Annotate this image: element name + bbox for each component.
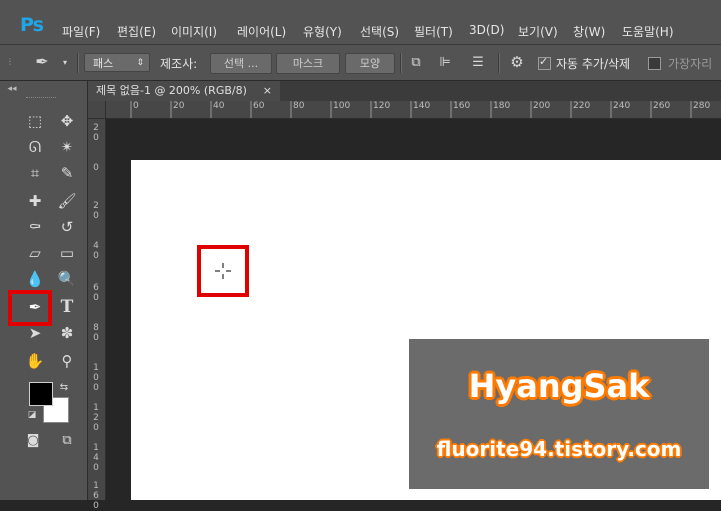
eraser-icon[interactable]: ▱: [22, 241, 48, 265]
ruler-label: 240: [613, 101, 631, 111]
menu-view[interactable]: 보기(V): [518, 23, 558, 40]
marquee-icon[interactable]: ⬚: [22, 109, 48, 133]
gradient-icon[interactable]: ▭: [54, 241, 80, 265]
make-selection-button[interactable]: 선택 ...: [210, 53, 272, 74]
menu-file[interactable]: 파일(F): [62, 23, 100, 40]
ruler-label: 200: [533, 101, 551, 111]
dodge-icon[interactable]: 🔍: [54, 267, 80, 291]
quick-mask-icon[interactable]: ◙: [20, 429, 46, 453]
ruler-label: 0: [133, 101, 139, 111]
menu-bar: Ps 파일(F) 편집(E) 이미지(I) 레이어(L) 유형(Y) 선택(S)…: [0, 0, 721, 45]
close-icon[interactable]: ×: [263, 81, 272, 101]
watermark-title: HyangSak: [468, 367, 650, 405]
make-label: 제조사:: [160, 57, 198, 71]
path-alignment-icon[interactable]: ⊫: [436, 55, 454, 71]
check-icon: ✓: [539, 55, 549, 68]
ruler-label: 160: [453, 101, 471, 111]
ruler-label: 220: [573, 101, 591, 111]
ruler-label: 260: [653, 101, 671, 111]
ruler-label: 20: [93, 201, 99, 221]
brush-icon[interactable]: 🖌: [54, 189, 80, 213]
ruler-label: 120: [373, 101, 391, 111]
make-mask-button[interactable]: 마스크: [276, 53, 340, 74]
ruler-label: 120: [93, 403, 99, 433]
ruler-label: 20: [93, 123, 99, 143]
ruler-label: 60: [253, 101, 265, 111]
make-shape-button[interactable]: 모양: [345, 53, 395, 74]
collapse-panel-icon[interactable]: ◂◂: [4, 81, 20, 97]
panel-grip[interactable]: [26, 97, 56, 101]
ruler-label: 80: [293, 101, 305, 111]
menu-image[interactable]: 이미지(I): [171, 23, 217, 40]
crosshair-cursor-icon: [215, 263, 231, 279]
ruler-label: 140: [413, 101, 431, 111]
grip-icon: ⋮: [6, 57, 14, 66]
eyedropper-icon[interactable]: ✎: [54, 161, 80, 185]
ruler-label: 80: [93, 323, 99, 343]
menu-type[interactable]: 유형(Y): [303, 23, 342, 40]
select-arrows-icon: ⇕: [136, 58, 144, 68]
type-icon[interactable]: T: [54, 295, 80, 319]
menu-help[interactable]: 도움말(H): [622, 23, 674, 40]
vertical-ruler: 20 0 20 40 60 80 100 120 140 160: [88, 101, 106, 511]
menu-edit[interactable]: 편집(E): [117, 23, 156, 40]
document-tab[interactable]: 제목 없음-1 @ 200% (RGB/8) ×: [88, 81, 280, 101]
move-icon[interactable]: ✥: [54, 109, 80, 133]
horizontal-ruler: 0 20 40 60 80 100 120 140 160 180 200 22…: [105, 101, 721, 119]
history-brush-icon[interactable]: ↺: [54, 215, 80, 239]
clone-stamp-icon[interactable]: ⚰: [22, 215, 48, 239]
lasso-icon[interactable]: ᘏ: [22, 135, 48, 159]
ruler-label: 140: [93, 443, 99, 473]
ruler-label: 180: [493, 101, 511, 111]
mode-select[interactable]: 패스 ⇕: [84, 53, 150, 72]
foreground-color-swatch[interactable]: [29, 382, 53, 406]
menu-window[interactable]: 창(W): [573, 23, 605, 40]
options-bar: ⋮ ✒ ▾ 패스 ⇕ 제조사: 선택 ... 마스크 모양 ⧉ ⊫ ☰ ⚙ ✓ …: [0, 45, 721, 81]
mode-select-value: 패스: [93, 57, 114, 70]
gear-icon[interactable]: ⚙: [507, 54, 527, 70]
blur-icon[interactable]: 💧: [22, 267, 48, 291]
photoshop-logo: Ps: [20, 14, 44, 36]
auto-add-delete-checkbox[interactable]: ✓: [538, 55, 551, 70]
watermark-url: fluorite94.tistory.com: [436, 437, 682, 461]
pen-tool-preset-icon[interactable]: ✒: [32, 54, 52, 70]
magic-wand-icon[interactable]: ✴: [54, 135, 80, 159]
zoom-icon[interactable]: ⚲: [54, 349, 80, 373]
menu-select[interactable]: 선택(S): [360, 23, 399, 40]
ruler-corner: [88, 101, 106, 119]
custom-shape-icon[interactable]: ✽: [54, 321, 80, 345]
menu-3d[interactable]: 3D(D): [469, 23, 504, 37]
document-tab-title: 제목 없음-1 @ 200% (RGB/8): [96, 84, 247, 97]
ruler-label: 280: [693, 101, 711, 111]
align-edges-label: 가장자리: [668, 57, 713, 71]
ruler-label: 100: [333, 101, 351, 111]
default-colors-icon[interactable]: ◪: [26, 407, 38, 423]
ruler-label: 20: [173, 101, 185, 111]
document-tab-bar: 제목 없음-1 @ 200% (RGB/8) ×: [88, 81, 721, 101]
healing-brush-icon[interactable]: ✚: [22, 189, 48, 213]
ruler-label: 100: [93, 363, 99, 393]
ruler-label: 60: [93, 283, 99, 303]
path-arrangement-icon[interactable]: ☰: [468, 55, 488, 71]
screen-mode-icon[interactable]: ⧉: [54, 429, 80, 453]
ruler-label: 160: [93, 481, 99, 511]
align-edges-checkbox[interactable]: [648, 57, 661, 70]
menu-layer[interactable]: 레이어(L): [237, 23, 286, 40]
pen-tool-highlight: [8, 290, 52, 326]
ruler-label: 0: [93, 163, 99, 173]
menu-filter[interactable]: 필터(T): [414, 23, 453, 40]
chevron-down-icon[interactable]: ▾: [60, 55, 70, 71]
watermark: HyangSak fluorite94.tistory.com: [409, 339, 709, 489]
hand-icon[interactable]: ✋: [22, 349, 48, 373]
cursor-highlight: [197, 245, 249, 297]
ruler-label: 40: [93, 241, 99, 261]
auto-add-delete-label: 자동 추가/삭제: [556, 57, 631, 71]
ruler-label: 40: [213, 101, 225, 111]
path-operations-icon[interactable]: ⧉: [407, 55, 425, 71]
crop-icon[interactable]: ⌗: [22, 161, 48, 185]
swap-colors-icon[interactable]: ⇆: [58, 380, 70, 396]
